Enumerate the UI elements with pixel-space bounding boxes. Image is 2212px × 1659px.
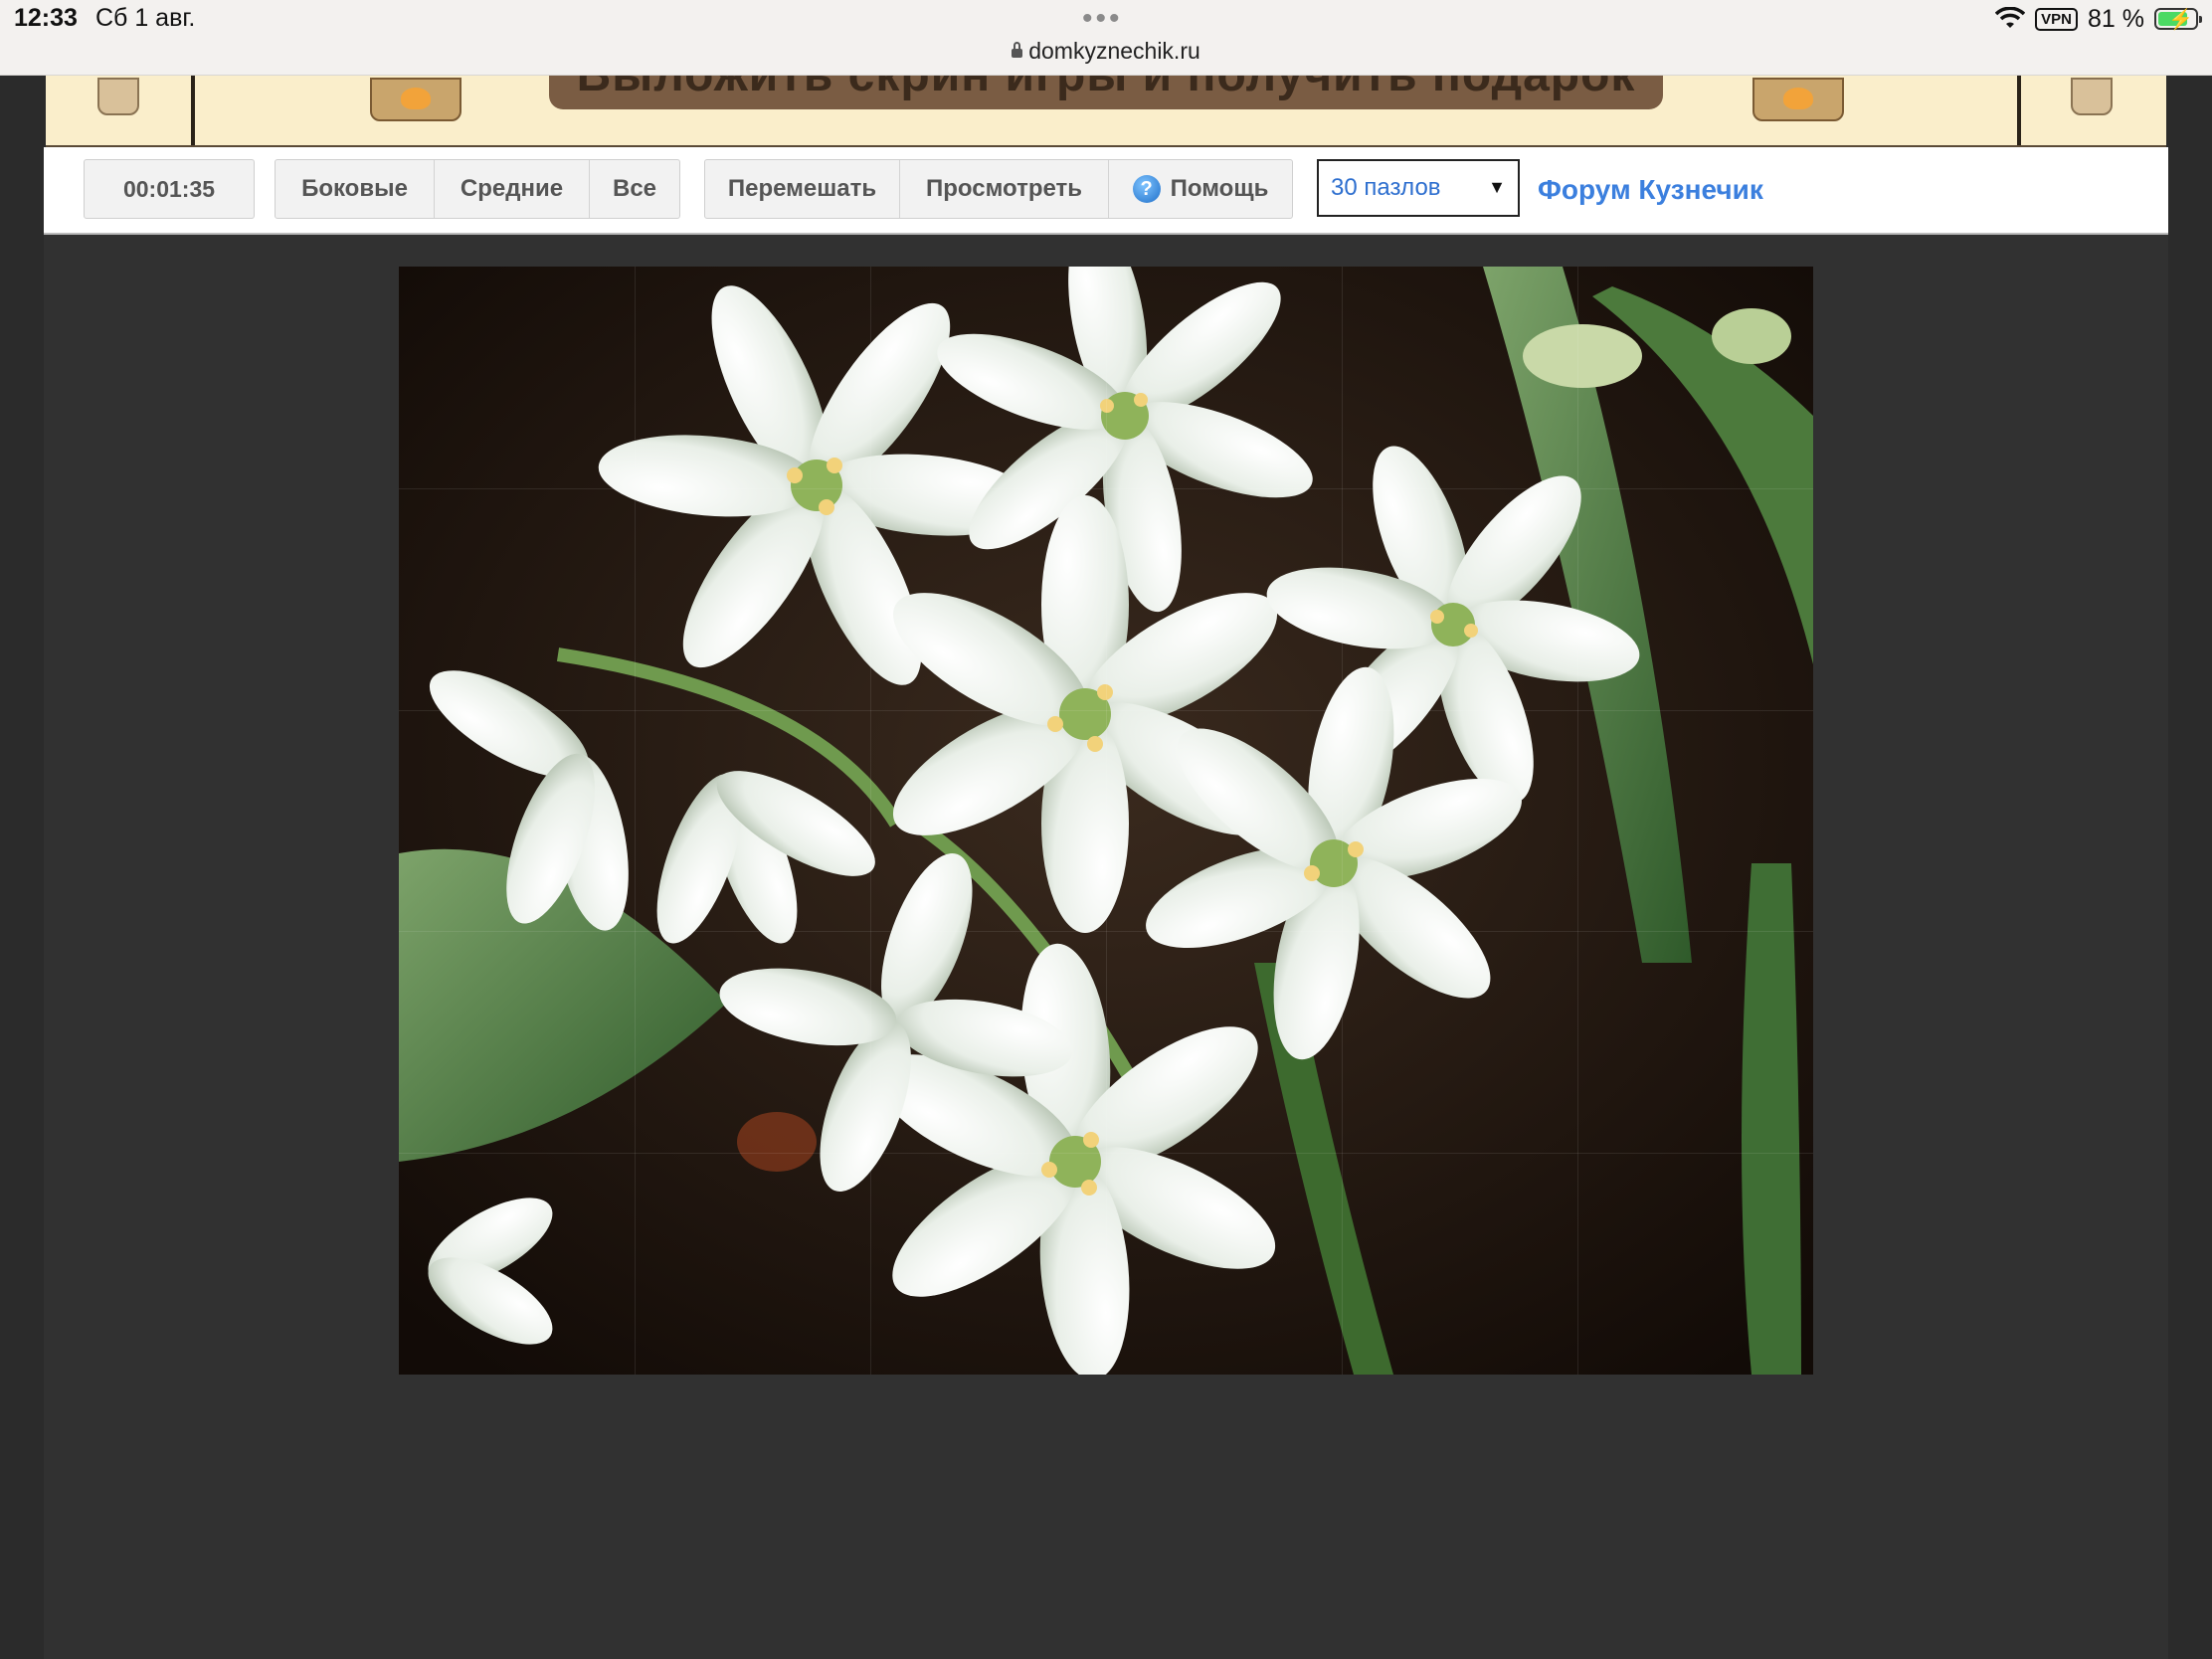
filter-middle-button[interactable]: Средние <box>435 160 590 218</box>
piece-seam-horizontal <box>399 710 1813 711</box>
wifi-icon <box>1995 7 2026 28</box>
address-bar[interactable]: domkyznechik.ru <box>995 38 1217 65</box>
help-button[interactable]: ? Помощь <box>1109 160 1292 218</box>
piece-seam-horizontal <box>399 1153 1813 1154</box>
filter-button-group: Боковые Средние Все <box>275 159 680 219</box>
banner-divider <box>2017 76 2021 145</box>
pieces-count-value: 30 пазлов <box>1331 174 1441 201</box>
piece-seam-vertical <box>1342 267 1343 1375</box>
help-label: Помощь <box>1170 175 1269 202</box>
multitasking-dots-icon[interactable]: ••• <box>1082 2 1123 36</box>
piece-seam-horizontal <box>399 488 1813 489</box>
help-question-icon: ? <box>1132 175 1161 203</box>
site-banner: Выложить скрин игры и получить подарок <box>46 76 2166 148</box>
puzzle-board[interactable] <box>399 267 1813 1375</box>
shuffle-button[interactable]: Перемешать <box>705 160 900 218</box>
banner-ornament-right <box>2071 78 2113 115</box>
status-time: 12:33 <box>14 4 78 32</box>
piece-seam-vertical <box>1577 267 1578 1375</box>
puzzle-toolbar: 00:01:35 Боковые Средние Все Перемешать … <box>44 147 2168 235</box>
ios-status-bar: 12:33 Сб 1 авг. ••• domkyznechik.ru VPN … <box>0 0 2212 76</box>
preview-button[interactable]: Просмотреть <box>900 160 1109 218</box>
piece-seam-vertical <box>635 267 636 1375</box>
battery-icon: ⚡ <box>2154 8 2202 31</box>
url-text: domkyznechik.ru <box>1028 38 1200 64</box>
vpn-badge: VPN <box>2035 7 2079 31</box>
pieces-count-select[interactable]: 30 пазлов ▼ <box>1317 159 1520 217</box>
status-date: Сб 1 авг. <box>95 4 196 32</box>
charging-bolt-icon: ⚡ <box>2168 9 2193 31</box>
banner-ornament-left <box>97 78 139 115</box>
lock-icon <box>1012 42 1023 58</box>
banner-divider <box>191 76 195 145</box>
frog-icon <box>1752 78 1844 121</box>
status-indicators: VPN 81 % ⚡ <box>1995 4 2202 34</box>
battery-percent: 81 % <box>2088 4 2144 33</box>
timer-box: 00:01:35 <box>84 159 255 219</box>
share-screenshot-label: Выложить скрин игры и получить подарок <box>549 76 1663 102</box>
timer-display: 00:01:35 <box>122 175 216 202</box>
piece-seam-vertical <box>1106 267 1107 1375</box>
dropdown-arrow-icon: ▼ <box>1488 177 1506 197</box>
piece-seam-vertical <box>870 267 871 1375</box>
share-screenshot-button[interactable]: Выложить скрин игры и получить подарок <box>549 76 1663 109</box>
filter-edge-button[interactable]: Боковые <box>276 160 435 218</box>
filter-all-button[interactable]: Все <box>590 160 679 218</box>
puzzle-workspace <box>44 235 2168 1659</box>
forum-link[interactable]: Форум Кузнечик <box>1538 174 1763 206</box>
frog-icon <box>370 78 461 121</box>
piece-seam-horizontal <box>399 931 1813 932</box>
action-button-group: Перемешать Просмотреть ? Помощь <box>704 159 1293 219</box>
